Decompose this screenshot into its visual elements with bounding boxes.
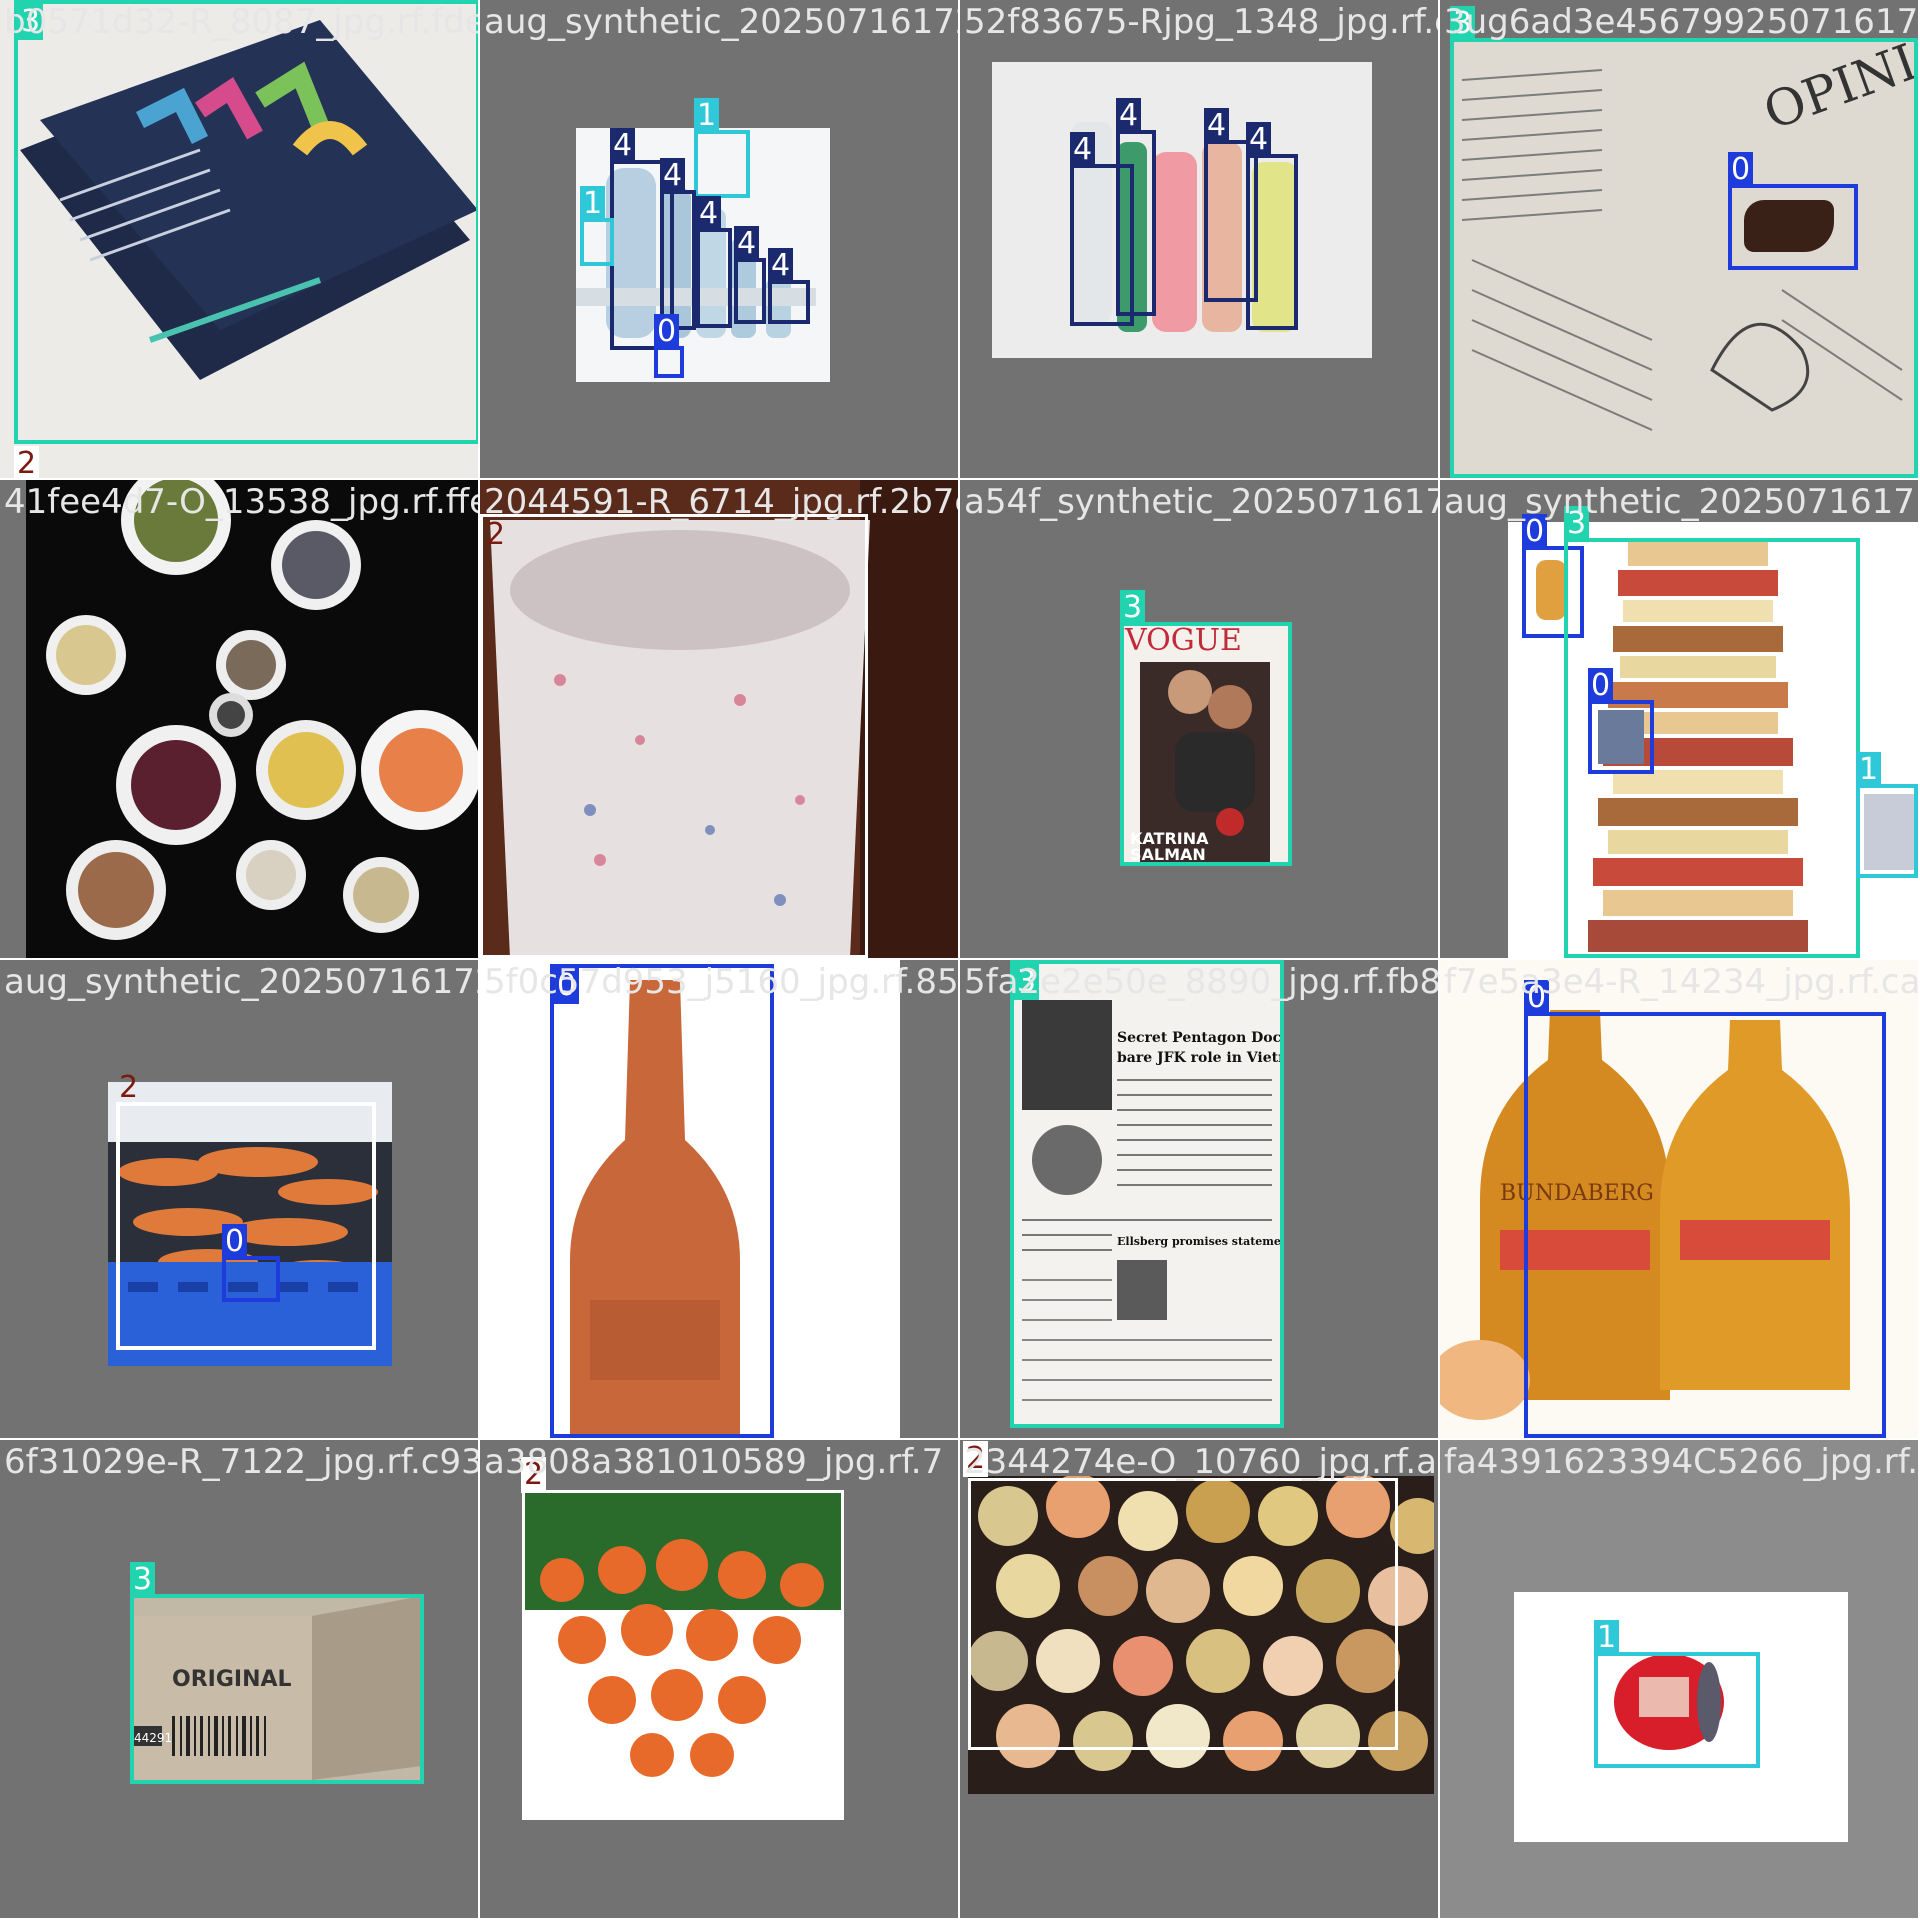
bbox-class-3: 3 <box>14 0 478 444</box>
bbox-label: 1 <box>580 186 606 222</box>
bbox-label: 0 <box>222 1224 248 1260</box>
tile-filename: aug_synthetic_20250716172 <box>4 962 478 1002</box>
item-patch <box>1598 710 1644 764</box>
bbox-label: 4 <box>768 248 794 284</box>
bbox-class-1: 1 <box>694 98 750 198</box>
bbox-class-1: 1 <box>1856 752 1918 878</box>
item-patch <box>1864 794 1914 870</box>
bbox-label: 3 <box>1014 964 1040 1000</box>
mosaic-grid: b0571d32-R_8087_jpg.rf.fdeaug_synthetic_… <box>0 0 1920 1920</box>
tile-bowls: 41fee4d7-O_13538_jpg.rf.ffe <box>0 480 478 958</box>
tile-filename: fa4391623394C5266_jpg.rf.8 <box>1444 1442 1918 1482</box>
bbox-class-2: 2 <box>14 446 40 478</box>
bbox-label: 4 <box>660 158 686 194</box>
tile-bottles-row: 52f83675-Rjpg_1348_jpg.rf.c17aug_synthet… <box>960 0 1438 478</box>
tile-newspaper: OPINION 3ug6ad3e4567992507161723 3 0 <box>1440 0 1918 478</box>
bbox-label: 4 <box>610 128 636 164</box>
bbox-label: 3 <box>1120 590 1146 626</box>
tile-books: aug_synthetic_2025071617 0 3 0 1 <box>1440 480 1918 958</box>
bbox-label: 2 <box>486 517 506 552</box>
bbox-class-2: 2 <box>480 514 868 958</box>
bbox-class-0: 0 <box>654 314 684 378</box>
bbox-class-0: 0 <box>550 964 774 1438</box>
tile-filename: aug_synthetic_20250716172527983687-Rjpg <box>484 2 958 42</box>
bbox-label: 1 <box>694 98 720 134</box>
bbox-class-2: 2 <box>521 1457 844 1820</box>
bbox-class-4: 4 <box>660 158 696 330</box>
bbox-label: 4 <box>1116 98 1142 134</box>
bbox-label: 0 <box>654 314 680 350</box>
bbox-label: 3 <box>1450 6 1476 42</box>
bbox-label: 4 <box>1204 108 1230 144</box>
bbox-class-0: 0 <box>1524 980 1886 1438</box>
tile-carrot-slices: 2344274e-O_10760_jpg.rf.a4 2 <box>960 1440 1438 1918</box>
bbox-class-1: 1 <box>1594 1620 1760 1768</box>
tile-filename: 6f31029e-R_7122_jpg.rf.c930 <box>4 1442 478 1482</box>
bbox-class-0: 0 <box>1588 668 1654 774</box>
photo-bottles-row <box>992 62 1372 358</box>
tile-bundaberg: BUNDABERG f7e5a3e4-R_14234_jpg.rf.ca7 0 <box>1440 960 1918 1438</box>
tile-vogue: VOGUE KATRINA SALMAN a54f_synthetic_2025… <box>960 480 1438 958</box>
bbox-label: 2 <box>963 1441 989 1477</box>
tile-basket: 2044591-R_6714_jpg.rf.2b7e 2 <box>480 480 958 958</box>
tile-carrots-crate: aug_synthetic_20250716172 2 0 <box>0 960 478 1438</box>
tile-beer-bottle: 5f0c57d953_j5160_jpg.rf.857 0 <box>480 960 958 1438</box>
tile-bottles-white: aug_synthetic_20250716172527983687-Rjpg … <box>480 0 958 478</box>
bbox-label: 4 <box>696 196 722 232</box>
tile-filename: aug_synthetic_2025071617 <box>1444 482 1915 522</box>
bbox-label: 4 <box>734 226 760 262</box>
bbox-class-4: 4 <box>768 248 810 324</box>
bbox-class-0: 0 <box>222 1224 280 1302</box>
bbox-class-3: 3 <box>130 1562 424 1784</box>
bbox-class-4: 4 <box>1246 122 1298 330</box>
bbox-class-0: 0 <box>1728 152 1858 270</box>
tile-filename: a54f_synthetic_20250716172 <box>964 482 1438 522</box>
bbox-label: 3 <box>1564 506 1590 542</box>
bbox-label: 2 <box>14 446 40 478</box>
bbox-class-4: 4 <box>696 196 732 328</box>
bbox-label: 3 <box>18 4 44 40</box>
bottles-row-illustration <box>1072 122 1297 332</box>
bbox-class-1: 1 <box>580 186 614 266</box>
bbox-class-3: 3 <box>1120 590 1292 866</box>
dark-stain <box>1744 200 1834 252</box>
bbox-label: 4 <box>1246 122 1272 158</box>
bowls-illustration <box>46 480 478 940</box>
bbox-label: 0 <box>1522 514 1548 550</box>
bbox-label: 2 <box>521 1457 547 1493</box>
bbox-label: 2 <box>119 1070 139 1105</box>
bbox-label: 0 <box>1588 668 1614 704</box>
tile-carton: ORIGINAL 44291 6f31029e-R_7122_jpg.rf.c9… <box>0 1440 478 1918</box>
bbox-class-3: 3 <box>1010 960 1284 1428</box>
bbox-label: 0 <box>1728 152 1754 188</box>
bbox-class-2: 2 <box>963 1441 1398 1750</box>
bbox-label: 3 <box>130 1562 156 1598</box>
bbox-label: 4 <box>1070 132 1096 168</box>
tile-filename: a3808a381010589_jpg.rf.7 <box>484 1442 944 1482</box>
tile-times-newspaper: Secret Pentagon Documents bare JFK role … <box>960 960 1438 1438</box>
bbox-label: 1 <box>1856 752 1882 788</box>
bbox-label: 0 <box>1524 980 1550 1016</box>
bbox-class-4: 4 <box>1116 98 1156 316</box>
photo-bowls <box>26 480 478 958</box>
tile-can: fa4391623394C5266_jpg.rf.8 1 <box>1440 1440 1918 1918</box>
bbox-label: 1 <box>1594 1620 1620 1656</box>
tile-filename: 52f83675-Rjpg_1348_jpg.rf.c17aug_synthet… <box>964 2 1438 42</box>
tile-magazine: b0571d32-R_8087_jpg.rf.fdeaug_synthetic_… <box>0 0 478 478</box>
item-patch <box>1536 560 1566 620</box>
tile-radishes: a3808a381010589_jpg.rf.7 2 <box>480 1440 958 1918</box>
bbox-label: 0 <box>554 968 580 1004</box>
bbox-class-4: 4 <box>734 226 766 324</box>
